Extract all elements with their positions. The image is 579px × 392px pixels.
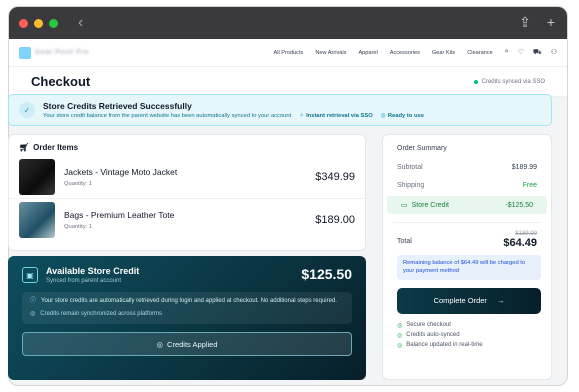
sync-status-dot	[473, 79, 478, 84]
info-icon: ⓘ	[30, 298, 37, 304]
item-name: Bags - Premium Leather Tote	[64, 209, 175, 220]
store-credit-amount: $125.50	[301, 266, 352, 282]
store-credit-card: ▣ Available Store Credit Synced from par…	[8, 256, 366, 380]
nav-icons: ⌕ ♡ ⛟ ⚇	[505, 48, 557, 57]
store-credit-label: Store Credit	[411, 201, 449, 209]
store-logo[interactable]: Gear·Point Pro	[19, 46, 89, 59]
sparkle-icon: ✧	[299, 113, 305, 119]
total-amount: $64.49	[503, 237, 537, 249]
total-label: Total	[397, 238, 412, 245]
assurance-item: ◎ Balance updated in real-time	[397, 342, 537, 349]
check-circle-icon: ◎	[30, 311, 36, 317]
item-name: Jackets - Vintage Moto Jacket	[64, 167, 178, 177]
credits-applied-button[interactable]: ◎ Credits Applied	[22, 332, 352, 356]
nav-link-clearance[interactable]: Clearance	[467, 50, 493, 56]
check-circle-icon: ◎	[397, 342, 403, 349]
banner-subtitle-row: Your store credit balance from the paren…	[43, 113, 424, 119]
nav-links: All Products New Arrivals Apparel Access…	[273, 50, 492, 56]
tag-instant-retrieval: ✧ Instant retrieval via SSO	[299, 113, 373, 119]
order-items-card: 🛒︎ Order Items Jackets - Vintage Moto Ja…	[8, 134, 366, 251]
item-quantity: Quantity: 1	[64, 223, 93, 230]
summary-divider	[393, 222, 541, 223]
store-credit-title: Available Store Credit	[46, 266, 140, 276]
credits-applied-label: Credits Applied	[167, 339, 218, 349]
list-item[interactable]: Bags - Premium Leather Tote Quantity: 1 …	[9, 198, 365, 240]
shipping-row: Shipping Free	[383, 176, 551, 194]
order-items-heading: 🛒︎ Order Items	[9, 135, 365, 156]
banner-title: Store Credits Retrieved Successfully	[43, 101, 192, 111]
item-quantity: Quantity: 1	[64, 181, 93, 187]
share-icon[interactable]: ⇪	[519, 14, 531, 31]
new-tab-icon[interactable]: +	[547, 14, 555, 31]
shipping-label: Shipping	[397, 181, 425, 189]
check-circle-small-icon: ◎	[380, 113, 386, 119]
logo-mark	[19, 46, 31, 59]
minimize-window-button[interactable]	[34, 18, 43, 28]
banner-subtitle: Your store credit balance from the paren…	[43, 113, 292, 119]
order-summary-card: Order Summary Subtotal $189.99 Shipping …	[382, 134, 552, 380]
heart-icon[interactable]: ♡	[518, 48, 524, 57]
complete-order-button[interactable]: Complete Order →	[397, 287, 541, 314]
assurance-item: ◎ Secure checkout	[397, 322, 537, 329]
assurance-label: Balance updated in real-time	[406, 342, 483, 349]
item-price: $349.99	[315, 171, 355, 183]
check-circle-icon: ◎	[397, 332, 403, 339]
check-circle-icon: ◎	[397, 322, 403, 329]
page-header: Checkout Credits synced via SSO	[9, 67, 567, 97]
tag-ready-to-use: ◎ Ready to use	[381, 113, 424, 119]
store-credit-value: -$125.50	[505, 201, 533, 209]
checkout-assurances: ◎ Secure checkout ◎ Credits auto-synced ◎ B…	[383, 314, 551, 349]
gift-icon: ▭	[401, 202, 408, 209]
store-credit-subtitle: Synced from parent account	[46, 278, 122, 284]
item-price: $189.00	[315, 213, 355, 226]
complete-order-label: Complete Order	[433, 296, 487, 306]
assurance-label: Secure checkout	[406, 322, 451, 329]
list-item[interactable]: Jackets - Vintage Moto Jacket Quantity: …	[9, 156, 365, 198]
check-circle-icon: ✓	[19, 102, 35, 118]
tag-ready-label: Ready to use	[387, 113, 424, 119]
wallet-icon: ▣	[22, 267, 38, 283]
title-bar: ‹ ⇪ +	[9, 7, 567, 39]
bag-thumbnail	[19, 201, 55, 238]
total-values: $189.99 $64.49	[503, 231, 537, 249]
back-arrow-icon[interactable]: ‹	[78, 15, 83, 31]
total-row: Total $189.99 $64.49	[383, 231, 551, 249]
page-title: Checkout	[31, 74, 91, 89]
nav-link-apparel[interactable]: Apparel	[358, 50, 377, 56]
subtotal-row: Subtotal $189.99	[383, 158, 551, 176]
tag-instant-label: Instant retrieval via SSO	[306, 113, 373, 119]
nav-link-all-products[interactable]: All Products	[273, 50, 303, 56]
order-items-title: Order Items	[33, 143, 79, 152]
logo-text: Gear·Point Pro	[35, 49, 89, 56]
close-window-button[interactable]	[19, 18, 28, 28]
store-credit-synced-note: Credits remain synchronized across platf…	[40, 311, 162, 317]
user-icon[interactable]: ⚇	[551, 48, 557, 57]
sync-status-text: Credits synced via SSO	[481, 78, 545, 85]
subtotal-value: $189.99	[511, 163, 537, 171]
order-summary-title: Order Summary	[397, 145, 447, 152]
store-navbar: Gear·Point Pro All Products New Arrivals…	[9, 39, 567, 67]
store-credit-info: ⓘ Your store credits are automatically r…	[22, 292, 352, 324]
sync-status: Credits synced via SSO	[473, 78, 545, 85]
nav-link-accessories[interactable]: Accessories	[390, 50, 420, 56]
nav-link-new-arrivals[interactable]: New Arrivals	[315, 50, 346, 56]
cart-small-icon: 🛒︎	[19, 143, 30, 152]
assurance-item: ◎ Credits auto-synced	[397, 332, 537, 339]
check-circle-icon: ◎	[156, 339, 164, 349]
arrow-right-icon: →	[496, 296, 505, 306]
cart-icon[interactable]: ⛟	[533, 48, 542, 57]
store-credit-info-text: Your store credits are automatically ret…	[41, 298, 337, 304]
nav-link-gear-kits[interactable]: Gear Kits	[432, 50, 455, 56]
search-icon[interactable]: ⌕	[505, 48, 509, 57]
subtotal-label: Subtotal	[397, 163, 423, 171]
store-credit-header: ▣ Available Store Credit Synced from par…	[22, 266, 352, 284]
shipping-value: Free	[522, 181, 537, 189]
credits-success-banner: ✓ Store Credits Retrieved Successfully Y…	[8, 94, 552, 126]
store-credit-row: ▭ Store Credit -$125.50	[387, 196, 547, 214]
maximize-window-button[interactable]	[49, 18, 58, 28]
remaining-balance-note: Remaining balance of $64.49 will be char…	[397, 255, 541, 280]
jacket-thumbnail	[19, 159, 55, 195]
assurance-label: Credits auto-synced	[406, 332, 460, 339]
